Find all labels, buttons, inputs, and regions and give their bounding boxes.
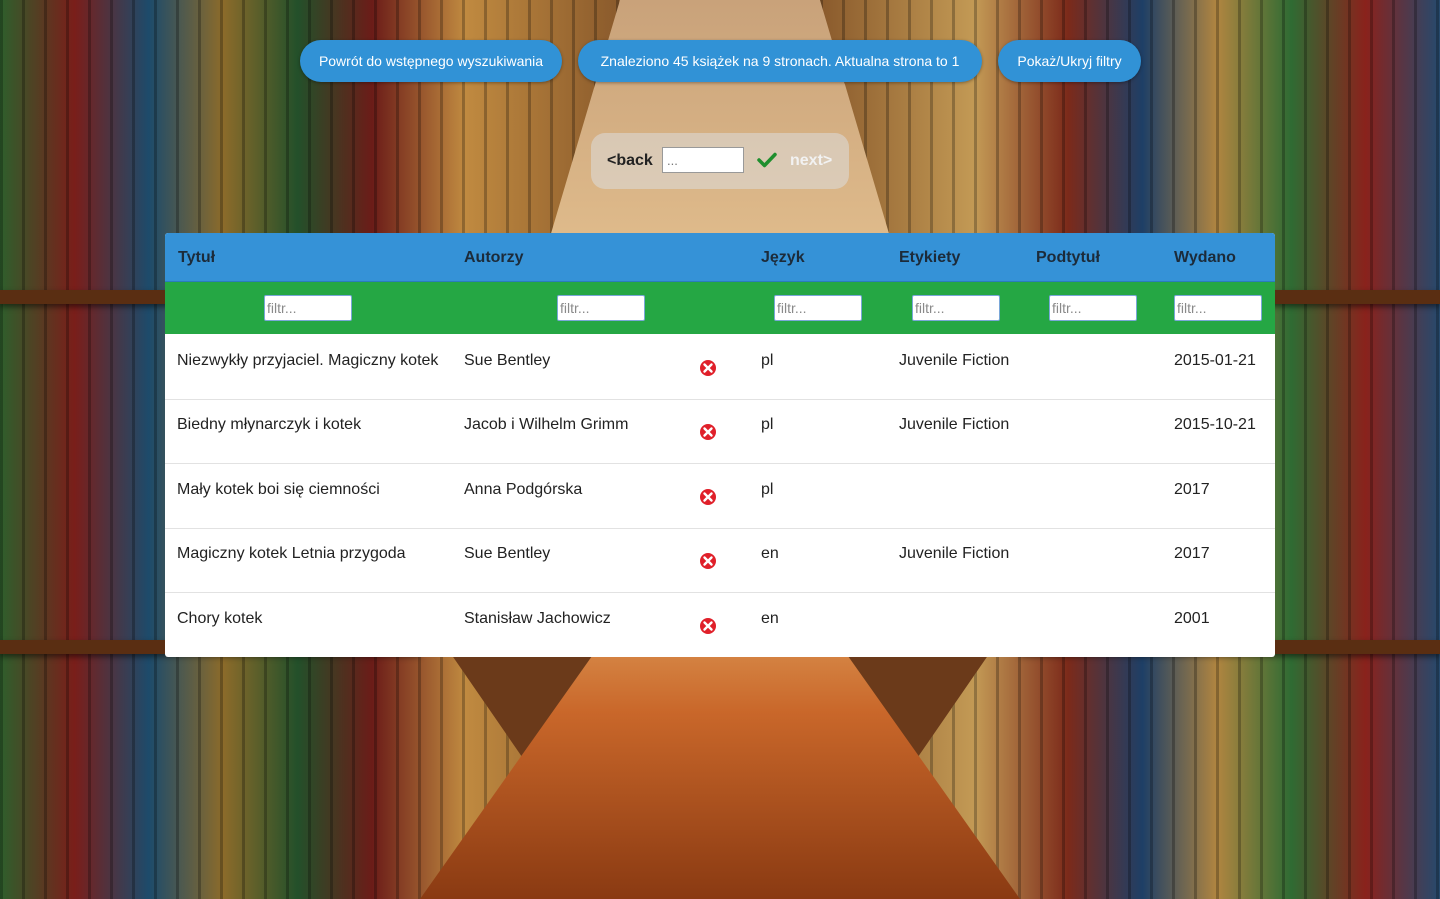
pagination: <back next> bbox=[591, 133, 849, 189]
filter-tags-input[interactable] bbox=[912, 295, 1000, 321]
cell-title: Niezwykły przyjaciel. Magiczny kotek bbox=[177, 352, 439, 369]
column-header-subtitle[interactable]: Podtytuł bbox=[1036, 249, 1100, 267]
cell-language: pl bbox=[761, 416, 774, 433]
cell-authors: Sue Bentley bbox=[464, 545, 551, 562]
books-table: Tytuł Autorzy Język Etykiety Podtytuł Wy… bbox=[165, 233, 1275, 657]
cell-title: Biedny młynarczyk i kotek bbox=[177, 416, 362, 433]
cell-authors: Stanisław Jachowicz bbox=[464, 610, 611, 627]
cell-tags: Juvenile Fiction bbox=[899, 416, 1010, 433]
next-page-link[interactable]: next> bbox=[790, 152, 832, 170]
previous-page-link[interactable]: <back bbox=[607, 152, 653, 170]
cell-language: pl bbox=[761, 352, 774, 369]
table-row[interactable]: Mały kotek boi się ciemności Anna Podgór… bbox=[165, 464, 1275, 529]
column-header-tags[interactable]: Etykiety bbox=[899, 249, 960, 267]
cell-authors: Anna Podgórska bbox=[464, 481, 583, 498]
remove-x-circle-icon[interactable] bbox=[699, 359, 717, 377]
remove-x-circle-icon[interactable] bbox=[699, 552, 717, 570]
cell-published: 2017 bbox=[1174, 481, 1210, 498]
page-number-input[interactable] bbox=[662, 147, 744, 173]
cell-title: Magiczny kotek Letnia przygoda bbox=[177, 545, 406, 562]
filter-language-input[interactable] bbox=[774, 295, 862, 321]
cell-published: 2015-10-21 bbox=[1174, 416, 1256, 433]
cell-authors: Sue Bentley bbox=[464, 352, 551, 369]
column-header-authors[interactable]: Autorzy bbox=[464, 249, 524, 267]
cell-title: Chory kotek bbox=[177, 610, 263, 627]
remove-x-circle-icon[interactable] bbox=[699, 423, 717, 441]
checkmark-icon[interactable] bbox=[757, 150, 777, 170]
back-to-search-button[interactable]: Powrót do wstępnego wyszukiwania bbox=[300, 40, 562, 82]
table-header: Tytuł Autorzy Język Etykiety Podtytuł Wy… bbox=[165, 233, 1275, 282]
cell-tags: Juvenile Fiction bbox=[899, 545, 1010, 562]
filter-authors-input[interactable] bbox=[557, 295, 645, 321]
column-header-published[interactable]: Wydano bbox=[1174, 249, 1236, 267]
table-row[interactable]: Niezwykły przyjaciel. Magiczny kotek Sue… bbox=[165, 335, 1275, 400]
filter-row bbox=[165, 282, 1275, 334]
column-header-language[interactable]: Język bbox=[761, 249, 805, 267]
table-row[interactable]: Magiczny kotek Letnia przygoda Sue Bentl… bbox=[165, 528, 1275, 593]
cell-published: 2017 bbox=[1174, 545, 1210, 562]
table-row[interactable]: Chory kotek Stanisław Jachowicz en 2001 bbox=[165, 593, 1275, 657]
table-row[interactable]: Biedny młynarczyk i kotek Jacob i Wilhel… bbox=[165, 399, 1275, 464]
filter-published-input[interactable] bbox=[1174, 295, 1262, 321]
cell-language: en bbox=[761, 610, 779, 627]
cell-published: 2001 bbox=[1174, 610, 1210, 627]
filter-subtitle-input[interactable] bbox=[1049, 295, 1137, 321]
top-toolbar: Powrót do wstępnego wyszukiwania Znalezi… bbox=[0, 40, 1440, 82]
toggle-filters-button[interactable]: Pokaż/Ukryj filtry bbox=[998, 40, 1141, 82]
column-header-title[interactable]: Tytuł bbox=[178, 249, 215, 267]
cell-title: Mały kotek boi się ciemności bbox=[177, 481, 380, 498]
cell-tags: Juvenile Fiction bbox=[899, 352, 1010, 369]
remove-x-circle-icon[interactable] bbox=[699, 617, 717, 635]
cell-language: en bbox=[761, 545, 779, 562]
cell-authors: Jacob i Wilhelm Grimm bbox=[464, 416, 629, 433]
cell-published: 2015-01-21 bbox=[1174, 352, 1256, 369]
results-info-button[interactable]: Znaleziono 45 książek na 9 stronach. Akt… bbox=[578, 40, 982, 82]
remove-x-circle-icon[interactable] bbox=[699, 488, 717, 506]
cell-language: pl bbox=[761, 481, 774, 498]
filter-title-input[interactable] bbox=[264, 295, 352, 321]
